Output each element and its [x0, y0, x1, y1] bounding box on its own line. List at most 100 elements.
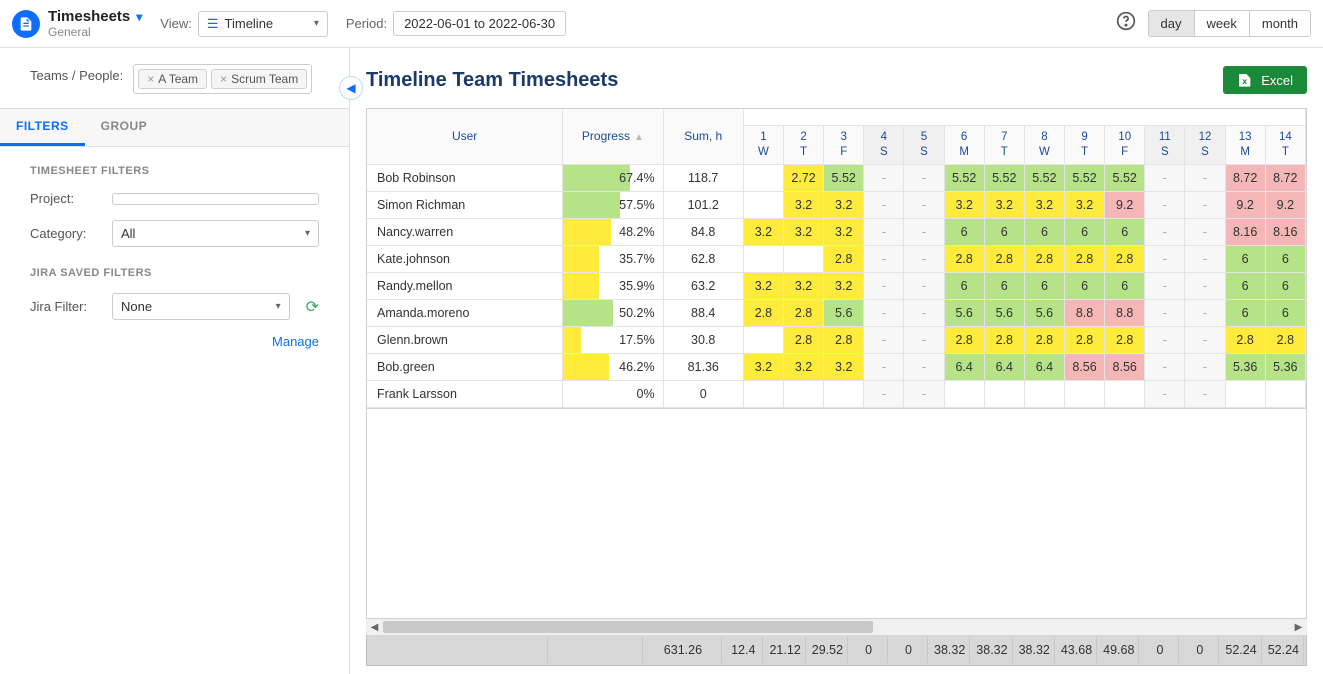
day-cell[interactable]: - — [864, 245, 904, 272]
day-cell[interactable]: 5.6 — [984, 299, 1024, 326]
day-cell[interactable]: - — [1145, 326, 1185, 353]
day-cell[interactable]: - — [904, 272, 944, 299]
day-cell[interactable] — [824, 380, 864, 407]
day-cell[interactable]: 5.36 — [1225, 353, 1265, 380]
day-cell[interactable]: 6 — [984, 272, 1024, 299]
day-cell[interactable]: 3.2 — [784, 191, 824, 218]
user-cell[interactable]: Simon Richman — [367, 191, 563, 218]
day-cell[interactable]: 5.52 — [1064, 164, 1104, 191]
day-cell[interactable]: - — [1185, 299, 1225, 326]
day-cell[interactable] — [1064, 380, 1104, 407]
day-cell[interactable]: - — [864, 299, 904, 326]
day-cell[interactable]: 5.52 — [824, 164, 864, 191]
day-cell[interactable]: 6 — [1105, 272, 1145, 299]
day-cell[interactable]: 5.52 — [944, 164, 984, 191]
help-icon[interactable] — [1116, 11, 1136, 36]
col-sum[interactable]: Sum, h — [663, 109, 743, 164]
day-cell[interactable]: 3.2 — [743, 272, 783, 299]
range-week[interactable]: week — [1195, 11, 1250, 36]
day-cell[interactable]: - — [904, 218, 944, 245]
day-cell[interactable]: 2.8 — [824, 245, 864, 272]
day-cell[interactable]: 8.16 — [1225, 218, 1265, 245]
teams-input[interactable]: ×A Team ×Scrum Team — [133, 64, 312, 94]
day-cell[interactable]: 6 — [1064, 218, 1104, 245]
day-cell[interactable] — [1105, 380, 1145, 407]
day-cell[interactable]: 2.8 — [984, 326, 1024, 353]
user-cell[interactable]: Amanda.moreno — [367, 299, 563, 326]
col-day[interactable]: 5S — [904, 126, 944, 165]
col-progress[interactable]: Progress▲ — [563, 109, 663, 164]
day-cell[interactable]: - — [1145, 218, 1185, 245]
day-cell[interactable]: - — [904, 164, 944, 191]
day-cell[interactable]: 3.2 — [784, 272, 824, 299]
day-cell[interactable]: - — [904, 245, 944, 272]
day-cell[interactable]: - — [904, 299, 944, 326]
day-cell[interactable]: 2.8 — [1024, 245, 1064, 272]
category-select[interactable]: All ▾ — [112, 220, 319, 247]
scrollbar-thumb[interactable] — [383, 621, 873, 633]
col-day[interactable]: 6M — [944, 126, 984, 165]
day-cell[interactable]: 2.8 — [1024, 326, 1064, 353]
day-cell[interactable]: 3.2 — [984, 191, 1024, 218]
view-select[interactable]: ☰ Timeline ▾ — [198, 11, 328, 37]
close-icon[interactable]: × — [220, 72, 227, 86]
day-cell[interactable]: - — [1185, 380, 1225, 407]
day-cell[interactable] — [944, 380, 984, 407]
day-cell[interactable]: - — [1185, 218, 1225, 245]
day-cell[interactable]: 8.56 — [1064, 353, 1104, 380]
day-cell[interactable]: 6 — [1265, 299, 1305, 326]
day-cell[interactable]: 6.4 — [1024, 353, 1064, 380]
day-cell[interactable]: - — [864, 218, 904, 245]
day-cell[interactable]: 6 — [944, 272, 984, 299]
day-cell[interactable]: 6 — [984, 218, 1024, 245]
col-day[interactable]: 10F — [1105, 126, 1145, 165]
day-cell[interactable]: - — [904, 353, 944, 380]
day-cell[interactable] — [984, 380, 1024, 407]
day-cell[interactable]: - — [1145, 380, 1185, 407]
day-cell[interactable]: 5.52 — [1024, 164, 1064, 191]
day-cell[interactable]: 2.8 — [743, 299, 783, 326]
day-cell[interactable] — [743, 191, 783, 218]
col-day[interactable]: 7T — [984, 126, 1024, 165]
team-chip[interactable]: ×Scrum Team — [211, 69, 307, 89]
day-cell[interactable]: 2.8 — [824, 326, 864, 353]
horizontal-scrollbar[interactable]: ◀ ▶ — [366, 618, 1307, 635]
user-cell[interactable]: Frank Larsson — [367, 380, 563, 407]
day-cell[interactable]: - — [1185, 191, 1225, 218]
day-cell[interactable]: 8.8 — [1105, 299, 1145, 326]
day-cell[interactable]: - — [1145, 245, 1185, 272]
col-user[interactable]: User — [367, 109, 563, 164]
day-cell[interactable]: 9.2 — [1225, 191, 1265, 218]
col-day[interactable]: 8W — [1024, 126, 1064, 165]
user-cell[interactable]: Glenn.brown — [367, 326, 563, 353]
day-cell[interactable]: 3.2 — [824, 272, 864, 299]
day-cell[interactable]: 8.72 — [1225, 164, 1265, 191]
day-cell[interactable]: 3.2 — [743, 218, 783, 245]
day-cell[interactable]: 5.6 — [944, 299, 984, 326]
scroll-right-icon[interactable]: ▶ — [1290, 622, 1307, 633]
day-cell[interactable]: 3.2 — [743, 353, 783, 380]
user-cell[interactable]: Bob Robinson — [367, 164, 563, 191]
user-cell[interactable]: Nancy.warren — [367, 218, 563, 245]
day-cell[interactable]: 6 — [1024, 218, 1064, 245]
day-cell[interactable]: - — [904, 326, 944, 353]
day-cell[interactable]: 6.4 — [944, 353, 984, 380]
day-cell[interactable]: 3.2 — [1064, 191, 1104, 218]
day-cell[interactable]: 6 — [1225, 299, 1265, 326]
day-cell[interactable]: 5.52 — [1105, 164, 1145, 191]
day-cell[interactable]: 6 — [1105, 218, 1145, 245]
day-cell[interactable]: 5.6 — [824, 299, 864, 326]
day-cell[interactable]: 2.8 — [1225, 326, 1265, 353]
day-cell[interactable]: - — [864, 380, 904, 407]
day-cell[interactable]: - — [1185, 245, 1225, 272]
tab-group[interactable]: GROUP — [85, 109, 164, 146]
col-day[interactable]: 9T — [1064, 126, 1104, 165]
day-cell[interactable]: 2.8 — [944, 326, 984, 353]
range-month[interactable]: month — [1250, 11, 1310, 36]
day-cell[interactable]: 3.2 — [1024, 191, 1064, 218]
day-cell[interactable] — [1265, 380, 1305, 407]
day-cell[interactable]: 9.2 — [1105, 191, 1145, 218]
day-cell[interactable]: 6 — [1265, 272, 1305, 299]
day-cell[interactable]: - — [1145, 353, 1185, 380]
export-excel-button[interactable]: Excel — [1223, 66, 1307, 94]
